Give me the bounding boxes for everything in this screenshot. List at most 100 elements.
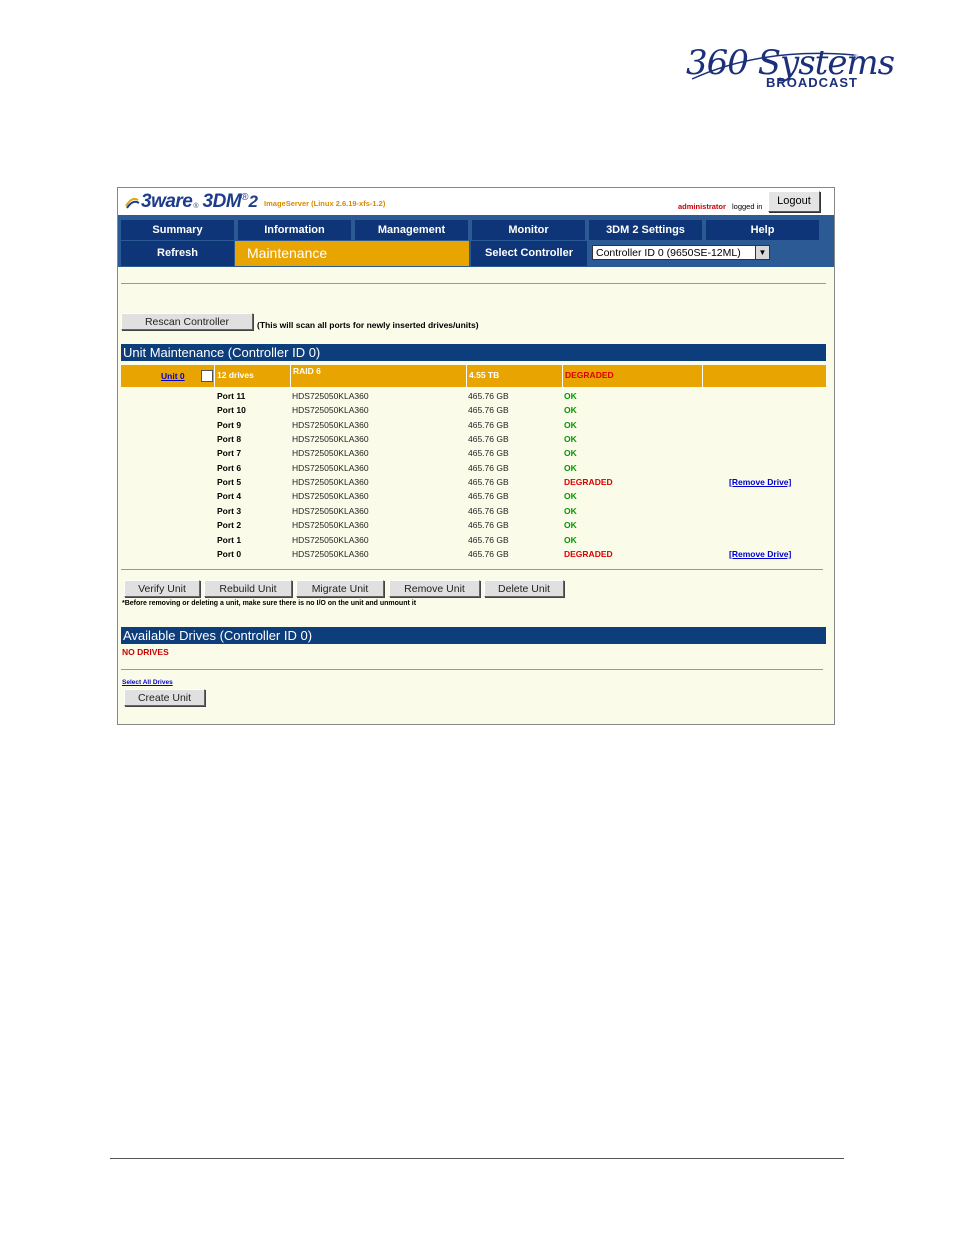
port-capacity: 465.76 GB xyxy=(468,549,509,559)
no-drives-text: NO DRIVES xyxy=(122,647,169,657)
port-name: Port 11 xyxy=(217,391,246,401)
port-model: HDS725050KLA360 xyxy=(292,420,369,430)
port-model: HDS725050KLA360 xyxy=(292,506,369,516)
port-status: OK xyxy=(564,420,577,430)
app-header: 3ware ® 3DM ® 2 ImageServer (Linux 2.6.1… xyxy=(118,188,834,215)
available-drives-title: Available Drives (Controller ID 0) xyxy=(121,627,826,644)
unit-link[interactable]: Unit 0 xyxy=(161,366,185,386)
chevron-down-icon[interactable]: ▼ xyxy=(755,246,769,259)
port-model: HDS725050KLA360 xyxy=(292,549,369,559)
port-model: HDS725050KLA360 xyxy=(292,477,369,487)
port-capacity: 465.76 GB xyxy=(468,520,509,530)
port-name: Port 9 xyxy=(217,420,242,430)
port-model: HDS725050KLA360 xyxy=(292,491,369,501)
product-number: 2 xyxy=(248,192,259,211)
port-model: HDS725050KLA360 xyxy=(292,391,369,401)
remove-drive-link[interactable]: [Remove Drive] xyxy=(729,475,791,489)
logo-reg: ® xyxy=(852,53,858,62)
port-status: DEGRADED xyxy=(564,477,613,487)
select-controller-label: Select Controller xyxy=(471,241,587,266)
remove-unit-button[interactable]: Remove Unit xyxy=(389,580,480,597)
port-capacity: 465.76 GB xyxy=(468,405,509,415)
port-status: OK xyxy=(564,448,577,458)
brand-name: 3ware xyxy=(141,191,193,212)
port-name: Port 4 xyxy=(217,491,242,501)
port-capacity: 465.76 GB xyxy=(468,477,509,487)
app-brand: 3ware ® 3DM ® 2 ImageServer (Linux 2.6.1… xyxy=(124,190,385,214)
nav-management[interactable]: Management xyxy=(355,220,468,240)
nav-information[interactable]: Information xyxy=(238,220,351,240)
port-model: HDS725050KLA360 xyxy=(292,448,369,458)
port-model: HDS725050KLA360 xyxy=(292,434,369,444)
port-status: OK xyxy=(564,535,577,545)
divider xyxy=(121,283,826,284)
port-status: OK xyxy=(564,405,577,415)
delete-unit-button[interactable]: Delete Unit xyxy=(484,580,564,597)
nav-refresh[interactable]: Refresh xyxy=(121,241,234,266)
divider xyxy=(121,669,823,670)
current-page-title: Maintenance xyxy=(235,241,469,266)
unit-size: 4.55 TB xyxy=(467,365,563,387)
port-capacity: 465.76 GB xyxy=(468,506,509,516)
port-status: OK xyxy=(564,506,577,516)
port-name: Port 3 xyxy=(217,506,242,516)
port-name: Port 8 xyxy=(217,434,242,444)
username: administrator xyxy=(678,202,726,211)
unit-maintenance-title: Unit Maintenance (Controller ID 0) xyxy=(121,344,826,361)
logout-button[interactable]: Logout xyxy=(768,191,820,212)
nav-summary[interactable]: Summary xyxy=(121,220,234,240)
footer-rule xyxy=(110,1158,844,1159)
product-reg: ® xyxy=(241,192,249,203)
main-nav: Summary Information Management Monitor 3… xyxy=(118,215,834,267)
version-text: ImageServer (Linux 2.6.19-xfs-1.2) xyxy=(264,199,386,208)
port-model: HDS725050KLA360 xyxy=(292,405,369,415)
unit-action-cell xyxy=(703,365,826,387)
port-status: OK xyxy=(564,434,577,444)
port-capacity: 465.76 GB xyxy=(468,448,509,458)
port-name: Port 5 xyxy=(217,477,242,487)
unit-checkbox[interactable] xyxy=(201,370,213,382)
remove-drive-link[interactable]: [Remove Drive] xyxy=(729,547,791,561)
migrate-unit-button[interactable]: Migrate Unit xyxy=(296,580,384,597)
controller-select-value: Controller ID 0 (9650SE-12ML) xyxy=(596,247,741,259)
brand-logo: 360 Systems ® BROADCAST xyxy=(682,43,895,95)
divider xyxy=(121,569,823,570)
rescan-controller-button[interactable]: Rescan Controller xyxy=(121,313,253,330)
create-unit-button[interactable]: Create Unit xyxy=(124,689,205,706)
port-status: DEGRADED xyxy=(564,549,613,559)
rescan-note: (This will scan all ports for newly inse… xyxy=(257,320,479,330)
port-status: OK xyxy=(564,520,577,530)
nav-3dm-settings[interactable]: 3DM 2 Settings xyxy=(589,220,702,240)
unit-cell: Unit 0 xyxy=(121,365,215,387)
verify-unit-button[interactable]: Verify Unit xyxy=(124,580,200,597)
port-model: HDS725050KLA360 xyxy=(292,535,369,545)
port-name: Port 2 xyxy=(217,520,242,530)
select-all-drives-link[interactable]: Select All Drives xyxy=(122,679,173,686)
nav-help[interactable]: Help xyxy=(706,220,819,240)
unit-raid: RAID 6 xyxy=(291,365,467,387)
rebuild-unit-button[interactable]: Rebuild Unit xyxy=(204,580,292,597)
port-capacity: 465.76 GB xyxy=(468,434,509,444)
port-status: OK xyxy=(564,491,577,501)
nav-monitor[interactable]: Monitor xyxy=(472,220,585,240)
port-status: OK xyxy=(564,391,577,401)
controller-select[interactable]: Controller ID 0 (9650SE-12ML) ▼ xyxy=(592,245,770,260)
unit-drives: 12 drives xyxy=(215,365,291,387)
brand-reg: ® xyxy=(193,203,199,210)
port-capacity: 465.76 GB xyxy=(468,491,509,501)
logo-sub: BROADCAST xyxy=(765,75,858,90)
port-name: Port 10 xyxy=(217,405,246,415)
unit-status: DEGRADED xyxy=(563,365,703,387)
port-name: Port 1 xyxy=(217,535,242,545)
port-capacity: 465.76 GB xyxy=(468,420,509,430)
port-model: HDS725050KLA360 xyxy=(292,463,369,473)
port-name: Port 6 xyxy=(217,463,242,473)
screenshot-frame: 3ware ® 3DM ® 2 ImageServer (Linux 2.6.1… xyxy=(117,187,835,725)
port-capacity: 465.76 GB xyxy=(468,391,509,401)
port-capacity: 465.76 GB xyxy=(468,463,509,473)
3ware-swirl-icon xyxy=(125,197,140,209)
port-status: OK xyxy=(564,463,577,473)
unit-warning: *Before removing or deleting a unit, mak… xyxy=(122,600,417,607)
port-name: Port 7 xyxy=(217,448,242,458)
unit-row: Unit 0 12 drives RAID 6 4.55 TB DEGRADED xyxy=(121,365,826,387)
